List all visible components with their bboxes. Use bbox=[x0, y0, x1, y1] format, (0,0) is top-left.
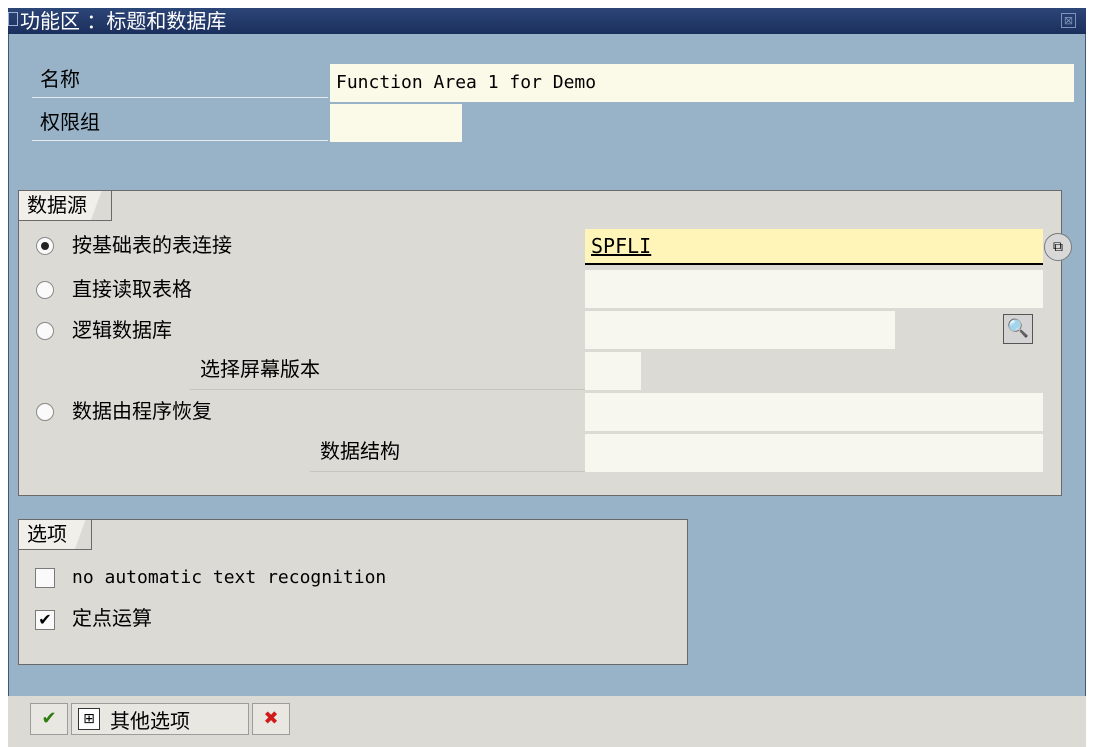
title-bar: 功能区 ：标题和数据库 ⊠ bbox=[8, 8, 1086, 34]
direct-read-field[interactable] bbox=[585, 270, 1043, 308]
more-options-button[interactable]: ⊞ 其他选项 bbox=[71, 703, 249, 735]
checkbox-no-auto-text[interactable] bbox=[35, 568, 55, 588]
close-icon[interactable]: ⊠ bbox=[1061, 13, 1076, 28]
name-label: 名称 bbox=[32, 64, 328, 98]
name-field[interactable]: Function Area 1 for Demo bbox=[330, 64, 1074, 102]
options-title: 选项 bbox=[19, 520, 92, 550]
radio-logical-db-label: 逻辑数据库 bbox=[72, 318, 172, 342]
radio-program-data-label: 数据由程序恢复 bbox=[72, 399, 212, 423]
authorization-group-field[interactable] bbox=[330, 104, 462, 142]
data-structure-field[interactable] bbox=[585, 434, 1043, 472]
radio-direct-read[interactable] bbox=[36, 281, 54, 299]
checkbox-fixed-point-label: 定点运算 bbox=[72, 606, 152, 630]
dropdown-help-icon[interactable]: ⧉ bbox=[1044, 233, 1072, 261]
radio-program-data[interactable] bbox=[36, 403, 54, 421]
datasource-title: 数据源 bbox=[19, 191, 112, 221]
screen-version-label: 选择屏幕版本 bbox=[190, 352, 585, 390]
radio-table-join-label: 按基础表的表连接 bbox=[72, 233, 232, 257]
add-options-icon: ⊞ bbox=[78, 708, 100, 730]
screen-version-field[interactable] bbox=[585, 352, 641, 390]
data-structure-label: 数据结构 bbox=[310, 434, 585, 472]
window-title: 功能区 ：标题和数据库 bbox=[20, 9, 227, 33]
check-icon: ✔ bbox=[41, 708, 57, 729]
radio-direct-read-label: 直接读取表格 bbox=[72, 277, 192, 301]
radio-logical-db[interactable] bbox=[36, 322, 54, 340]
table-join-field[interactable]: SPFLI bbox=[585, 229, 1043, 265]
cancel-button[interactable]: ✖ bbox=[252, 703, 290, 735]
logical-db-field[interactable] bbox=[585, 311, 895, 349]
radio-table-join[interactable] bbox=[36, 237, 54, 255]
confirm-button[interactable]: ✔ bbox=[30, 703, 68, 735]
more-options-label: 其他选项 bbox=[110, 708, 190, 733]
program-data-field[interactable] bbox=[585, 393, 1043, 431]
search-icon[interactable]: 🔍 bbox=[1003, 314, 1033, 344]
checkbox-no-auto-text-label: no automatic text recognition bbox=[72, 567, 387, 588]
authorization-group-label: 权限组 bbox=[32, 107, 328, 141]
window-menu-icon[interactable] bbox=[8, 12, 18, 26]
checkbox-fixed-point[interactable]: ✔ bbox=[35, 610, 55, 630]
cancel-icon: ✖ bbox=[263, 708, 279, 729]
